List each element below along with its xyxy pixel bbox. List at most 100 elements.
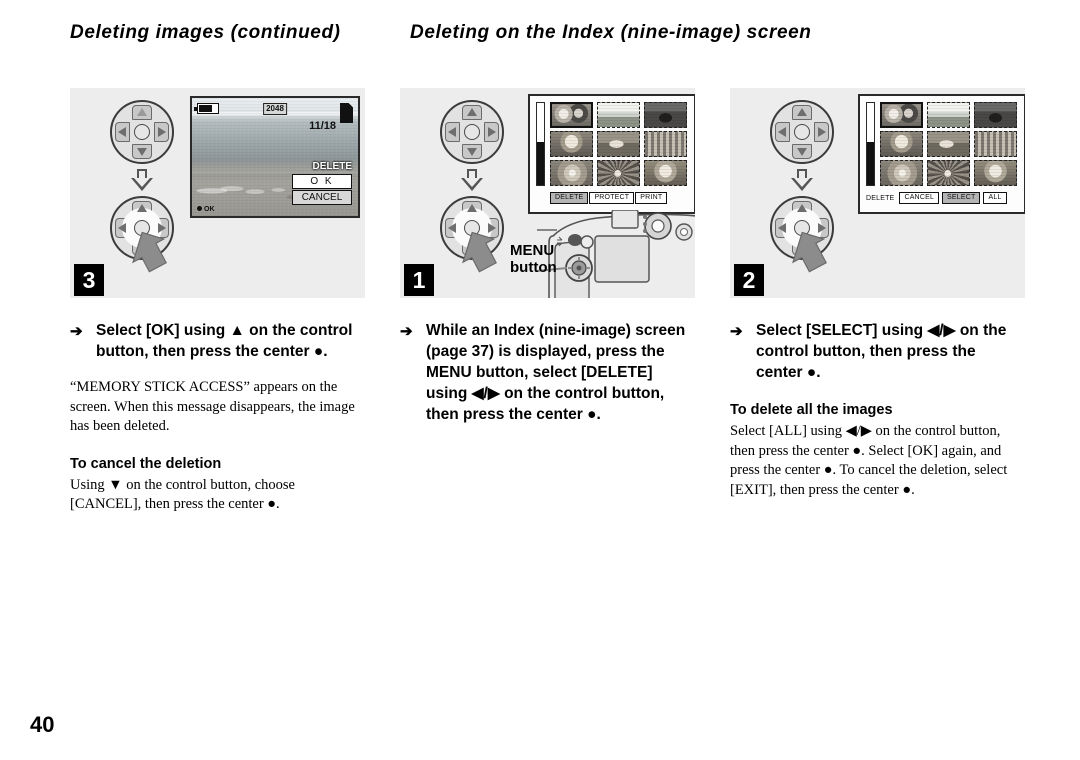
- thumbnail-couple-photo[interactable]: [550, 102, 593, 128]
- frame-counter: 11/18: [309, 120, 336, 132]
- page-number: 40: [30, 712, 55, 737]
- menu-button-callout-line2: button: [510, 259, 557, 276]
- left-arrow-icon: [778, 223, 786, 233]
- step-instruction-text: Select [SELECT] using ◀/▶ on the control…: [756, 322, 1007, 381]
- control-button-top: [770, 100, 834, 164]
- menu-button-callout-line1: MENU: [510, 242, 555, 259]
- section-header-right: Deleting on the Index (nine-image) scree…: [410, 22, 812, 43]
- left-arrow-icon: [448, 223, 456, 233]
- subsection-body-cancel-deletion: Using ▼ on the control button, choose [C…: [70, 476, 295, 513]
- center-button-icon: [794, 124, 810, 140]
- lcd-ok-hint: OK: [197, 206, 215, 213]
- step-instruction-3: ➔ Select [OK] using ▲ on the control but…: [70, 320, 365, 362]
- lcd-delete-title: DELETE: [312, 161, 352, 172]
- control-button-top: [440, 100, 504, 164]
- control-button-bottom: [770, 196, 834, 273]
- menu-item-print[interactable]: PRINT: [635, 192, 668, 204]
- thumbnail-rose-photo[interactable]: [550, 160, 593, 186]
- step-number-badge-3: 3: [74, 264, 104, 296]
- thumbnail-crowd-photo[interactable]: [644, 131, 687, 157]
- control-button-diagram: [104, 100, 180, 273]
- instruction-column-1: 2048 11/18 DELETE O K CANCEL OK 3 ➔ Sele…: [70, 88, 365, 515]
- menu-label-delete: DELETE: [866, 194, 895, 202]
- right-arrow-icon: [158, 127, 166, 137]
- menu-item-all[interactable]: ALL: [983, 192, 1007, 204]
- control-button-bottom: [440, 196, 504, 273]
- left-arrow-icon: [448, 127, 456, 137]
- step-instruction-text: While an Index (nine-image) screen (page…: [426, 322, 686, 423]
- press-finger-arrow-icon: [462, 231, 497, 273]
- step-number-badge-2: 2: [734, 264, 764, 296]
- body-paragraph-1: “MEMORY STICK ACCESS” appears on the scr…: [70, 379, 355, 434]
- left-arrow-icon: [118, 223, 126, 233]
- up-arrow-icon: [467, 108, 477, 116]
- index-scrollbar[interactable]: [536, 102, 545, 186]
- thumbnail-arch-photo[interactable]: [974, 102, 1017, 128]
- index-thumbnail-grid: [550, 102, 687, 186]
- center-button-icon: [464, 124, 480, 140]
- menu-item-delete[interactable]: DELETE: [550, 192, 589, 204]
- center-button-icon: [134, 124, 150, 140]
- thumbnail-couple-photo[interactable]: [880, 102, 923, 128]
- thumbnail-crowd-photo[interactable]: [974, 131, 1017, 157]
- index-menu-bar-2: DELETE CANCEL SELECT ALL: [866, 192, 1017, 204]
- thumbnail-dog-photo[interactable]: [597, 131, 640, 157]
- sequence-down-arrow-icon: [791, 169, 813, 191]
- subsection-heading-delete-all: To delete all the images: [730, 402, 893, 418]
- thumbnail-landscape-photo[interactable]: [597, 102, 640, 128]
- thumbnail-rose-photo[interactable]: [880, 160, 923, 186]
- left-arrow-icon: [118, 127, 126, 137]
- step-instruction-text: Select [OK] using ▲ on the control butto…: [96, 322, 353, 360]
- index-scrollbar[interactable]: [866, 102, 875, 186]
- illustration-panel-step1: DELETE PROTECT PRINT MENU button 1: [400, 88, 695, 298]
- menu-button-callout: MENU button: [510, 242, 557, 276]
- lcd-index-screen-2: DELETE CANCEL SELECT ALL: [858, 94, 1025, 214]
- thumbnail-dog-photo[interactable]: [927, 131, 970, 157]
- step-instruction-2: ➔ Select [SELECT] using ◀/▶ on the contr…: [730, 320, 1025, 383]
- index-menu-bar-1: DELETE PROTECT PRINT: [536, 192, 687, 204]
- menu-item-cancel[interactable]: CANCEL: [899, 192, 940, 204]
- thumbnail-arch-photo[interactable]: [644, 102, 687, 128]
- down-arrow-icon: [467, 148, 477, 156]
- right-arrow-icon: [488, 127, 496, 137]
- up-arrow-icon: [137, 204, 147, 212]
- menu-item-select[interactable]: SELECT: [942, 192, 981, 204]
- up-arrow-icon: [797, 108, 807, 116]
- sequence-down-arrow-icon: [461, 169, 483, 191]
- subsection-heading-cancel-deletion: To cancel the deletion: [70, 455, 222, 472]
- left-arrow-icon: [778, 127, 786, 137]
- press-finger-arrow-icon: [132, 231, 167, 273]
- thumbnail-girl-photo[interactable]: [880, 131, 923, 157]
- illustration-panel-step3: 2048 11/18 DELETE O K CANCEL OK 3: [70, 88, 365, 298]
- battery-icon: [194, 103, 219, 114]
- image-size-indicator: 2048: [263, 103, 287, 115]
- step-instruction-1: ➔ While an Index (nine-image) screen (pa…: [400, 320, 695, 425]
- thumbnail-flower-photo[interactable]: [597, 160, 640, 186]
- right-arrow-icon: [818, 127, 826, 137]
- thumbnail-flower-photo[interactable]: [927, 160, 970, 186]
- thumbnail-girl-photo[interactable]: [550, 131, 593, 157]
- lcd-index-screen-1: DELETE PROTECT PRINT: [528, 94, 695, 214]
- lcd-option-ok[interactable]: O K: [292, 174, 352, 189]
- instruction-column-3: DELETE CANCEL SELECT ALL 2 ➔ Select [SEL…: [730, 88, 1025, 500]
- memory-stick-icon: [340, 103, 353, 123]
- thumbnail-smiling-woman-photo[interactable]: [974, 160, 1017, 186]
- subsection-body-delete-all: Select [ALL] using ◀/▶ on the control bu…: [730, 423, 1008, 498]
- step-number-badge-1: 1: [404, 264, 434, 296]
- thumbnail-smiling-woman-photo[interactable]: [644, 160, 687, 186]
- down-arrow-icon: [137, 148, 147, 156]
- menu-item-protect[interactable]: PROTECT: [589, 192, 635, 204]
- control-button-bottom: [110, 196, 174, 273]
- press-finger-arrow-icon: [792, 231, 827, 273]
- up-arrow-icon: [137, 108, 147, 116]
- section-header-left: Deleting images (continued): [70, 22, 341, 43]
- center-dot-icon: [197, 206, 202, 211]
- lcd-preview-screen: 2048 11/18 DELETE O K CANCEL OK: [190, 96, 360, 218]
- lcd-option-cancel[interactable]: CANCEL: [292, 190, 352, 205]
- up-arrow-icon: [797, 204, 807, 212]
- camera-body-illustration: [537, 210, 695, 298]
- thumbnail-landscape-photo[interactable]: [927, 102, 970, 128]
- arrow-right-icon: ➔: [730, 323, 743, 340]
- instruction-column-2: DELETE PROTECT PRINT MENU button 1 ➔ Whi…: [400, 88, 695, 425]
- control-button-top: [110, 100, 174, 164]
